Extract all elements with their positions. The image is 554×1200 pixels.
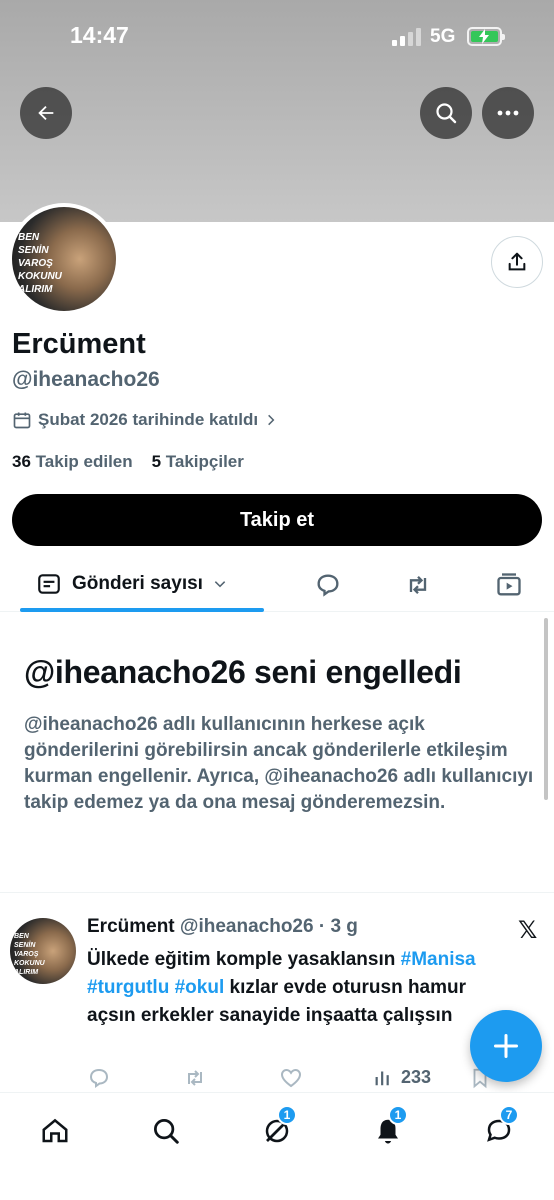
following-count: 36 [12, 452, 31, 471]
profile-tabs: Gönderi sayısı [0, 556, 554, 612]
chevron-down-icon [214, 581, 226, 588]
following-link[interactable]: 36 Takip edilen [12, 452, 133, 471]
tweet-author-name[interactable]: Ercüment [87, 916, 175, 937]
tweet-header: Ercüment @iheanacho26 · 3 g [87, 916, 358, 938]
share-icon [508, 252, 526, 271]
notifications-badge: 1 [388, 1105, 408, 1125]
followers-label: Takipçiler [165, 452, 244, 471]
signal-icon [392, 28, 422, 46]
divider [0, 892, 554, 893]
avatar-caption: BEN SENİN VAROŞ KOKUNU ALIRIM [18, 232, 62, 295]
compose-button[interactable] [470, 1010, 542, 1082]
home-icon [42, 1118, 68, 1143]
blocked-description: @iheanacho26 adlı kullanıcının herkese a… [24, 714, 534, 813]
tweet-actions: 233 [87, 1066, 507, 1092]
active-tab-indicator [20, 608, 264, 612]
back-button[interactable] [20, 87, 72, 139]
joined-date[interactable]: Şubat 2026 tarihinde katıldı [12, 410, 278, 430]
following-label: Takip edilen [35, 452, 133, 471]
follow-stats: 36 Takip edilen 5 Takipçiler [12, 452, 244, 472]
followers-link[interactable]: 5 Takipçiler [152, 452, 244, 471]
repost-icon [409, 576, 427, 594]
search-icon [154, 1119, 179, 1144]
nav-messages[interactable]: 7 [479, 1105, 519, 1151]
reply-icon [317, 574, 339, 597]
tab-posts[interactable]: Gönderi sayısı [20, 556, 264, 612]
tab-reposts[interactable] [401, 568, 435, 602]
nav-home[interactable] [35, 1111, 75, 1151]
tweet-avatar[interactable]: BEN SENİN VAROŞ KOKUNU ALIRIM [10, 918, 76, 984]
heart-icon [280, 1068, 302, 1088]
bottom-navigation: 1 1 7 [0, 1092, 554, 1200]
hashtag-okul[interactable]: #okul [175, 977, 225, 998]
tweet-text-part-1: Ülkede eğitim komple yasaklansın [87, 949, 401, 970]
bar-chart-icon [375, 1071, 389, 1086]
hashtag-manisa[interactable]: #Manisa [401, 949, 476, 970]
calendar-icon [13, 412, 31, 429]
plus-icon [493, 1033, 519, 1059]
profile-handle: @iheanacho26 [12, 368, 160, 391]
profile-name: Ercüment [12, 328, 146, 360]
arrow-left-icon [38, 105, 54, 121]
hashtag-turgutlu[interactable]: #turgutlu [87, 977, 169, 998]
like-button[interactable] [279, 1066, 303, 1095]
status-time: 14:47 [70, 22, 129, 48]
tweet-avatar-caption: BEN SENİN VAROŞ KOKUNU ALIRIM [14, 933, 45, 976]
status-bar: 14:47 5G [0, 0, 554, 70]
search-icon [436, 103, 457, 124]
tweet-handle-time[interactable]: @iheanacho26 · 3 g [180, 916, 358, 937]
repost-button[interactable] [183, 1066, 207, 1095]
repost-icon [188, 1070, 202, 1086]
nav-search[interactable] [146, 1111, 186, 1151]
x-logo-icon: 𝕏 [518, 917, 538, 944]
messages-badge: 7 [499, 1105, 519, 1125]
tab-posts-label: Gönderi sayısı [72, 573, 203, 594]
chevron-right-icon [268, 414, 275, 426]
blocked-title: @iheanacho26 seni engelledi [24, 654, 462, 690]
views-button[interactable]: 233 [373, 1066, 431, 1088]
nav-notifications[interactable]: 1 [368, 1105, 408, 1151]
reply-icon [89, 1068, 109, 1088]
grok-badge: 1 [277, 1105, 297, 1125]
more-button[interactable] [482, 87, 534, 139]
profile-avatar[interactable]: BEN SENİN VAROŞ KOKUNU ALIRIM [8, 203, 120, 315]
battery-icon [467, 27, 505, 46]
tab-media[interactable] [492, 568, 526, 602]
tab-replies[interactable] [311, 568, 345, 602]
tweet-text[interactable]: Ülkede eğitim komple yasaklansın #Manisa… [87, 946, 507, 1030]
search-button[interactable] [420, 87, 472, 139]
follow-button[interactable]: Takip et [12, 494, 542, 546]
followers-count: 5 [151, 452, 162, 471]
views-count: 233 [401, 1066, 432, 1087]
share-button[interactable] [491, 236, 543, 288]
posts-icon [38, 574, 60, 594]
reply-button[interactable] [87, 1066, 111, 1095]
joined-label: Şubat 2026 tarihinde katıldı [38, 410, 259, 429]
video-icon [497, 573, 521, 596]
more-icon [497, 110, 519, 116]
nav-grok[interactable]: 1 [257, 1105, 297, 1151]
network-type: 5G [430, 26, 456, 47]
scrollbar[interactable] [544, 618, 548, 800]
